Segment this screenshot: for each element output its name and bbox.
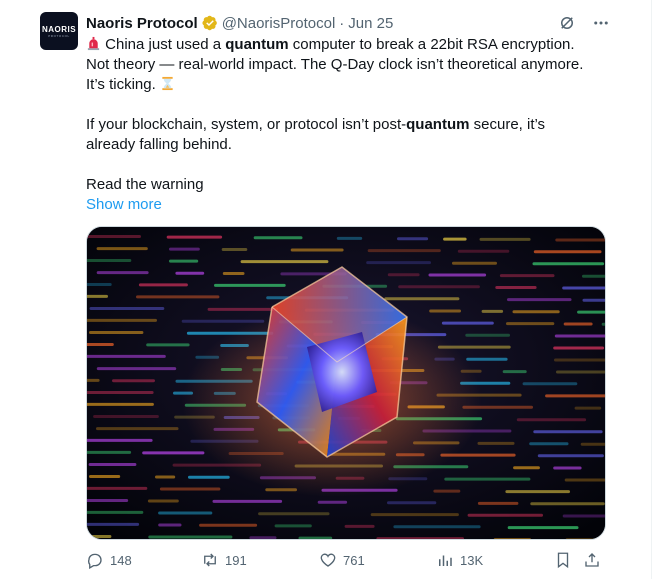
tweet-line-1-bold: quantum xyxy=(225,36,289,53)
heart-icon xyxy=(320,553,336,567)
view-count: 13K xyxy=(460,552,484,568)
tweet-para-3: Read the warning xyxy=(86,176,204,193)
tweet-para-2-line-1: If your blockchain, system, or protocol … xyxy=(86,115,616,135)
repost-icon xyxy=(204,553,216,567)
repost-button[interactable]: 191 xyxy=(201,551,247,569)
header-actions xyxy=(556,12,612,34)
like-button[interactable]: 761 xyxy=(319,551,365,569)
tweet-line-3-text: It’s ticking. xyxy=(86,76,156,93)
quantum-cube-illustration xyxy=(87,227,605,539)
bookmark-icon xyxy=(557,552,569,569)
tweet-header: Naoris Protocol @NaorisProtocol · Jun 25 xyxy=(86,13,393,33)
like-count: 761 xyxy=(343,552,365,568)
tweet-para-2-pre: If your blockchain, system, or protocol … xyxy=(86,116,407,133)
views-button[interactable]: 13K xyxy=(436,551,483,569)
hourglass-emoji-icon xyxy=(160,76,175,91)
reply-button[interactable]: 148 xyxy=(86,551,132,569)
tweet-para-2-bold: quantum xyxy=(406,116,470,133)
avatar[interactable]: NAORIS PROTOCOL xyxy=(40,12,78,50)
reply-count: 148 xyxy=(110,552,132,568)
verified-badge-icon[interactable] xyxy=(202,15,218,31)
siren-emoji-icon xyxy=(86,36,101,51)
grok-icon[interactable] xyxy=(556,12,578,34)
tweet-media-image[interactable] xyxy=(86,226,606,540)
repost-count: 191 xyxy=(225,552,247,568)
share-button[interactable] xyxy=(583,551,601,569)
tweet-actions: 148 191 761 13K xyxy=(86,548,606,572)
column-divider xyxy=(651,0,652,579)
show-more-link[interactable]: Show more xyxy=(86,196,162,213)
views-icon xyxy=(439,555,452,566)
avatar-logo-text: NAORIS xyxy=(41,24,77,34)
tweet-para-2-post: secure, it’s xyxy=(469,116,546,133)
tweet-para-2-line-2: already falling behind. xyxy=(86,136,232,153)
tweet-line-3: It’s ticking. xyxy=(86,75,616,95)
tweet-text: China just used a quantum computer to br… xyxy=(86,35,616,215)
tweet-line-2: Not theory — real-world impact. The Q-Da… xyxy=(86,56,584,73)
tweet-line-1: China just used a quantum computer to br… xyxy=(86,35,616,55)
avatar-logo-subtext: PROTOCOL xyxy=(48,33,70,38)
tweet-date[interactable]: Jun 25 xyxy=(348,15,393,32)
reply-icon xyxy=(88,553,102,569)
author-handle[interactable]: @NaorisProtocol xyxy=(222,15,336,32)
more-options-icon[interactable] xyxy=(590,12,612,34)
tweet-line-1-post: computer to break a 22bit RSA encryption… xyxy=(288,36,575,53)
author-name[interactable]: Naoris Protocol xyxy=(86,15,198,32)
separator-dot: · xyxy=(339,14,345,32)
tweet-line-1-pre: China just used a xyxy=(105,36,226,53)
bookmark-button[interactable] xyxy=(554,551,572,569)
share-icon xyxy=(585,553,599,567)
